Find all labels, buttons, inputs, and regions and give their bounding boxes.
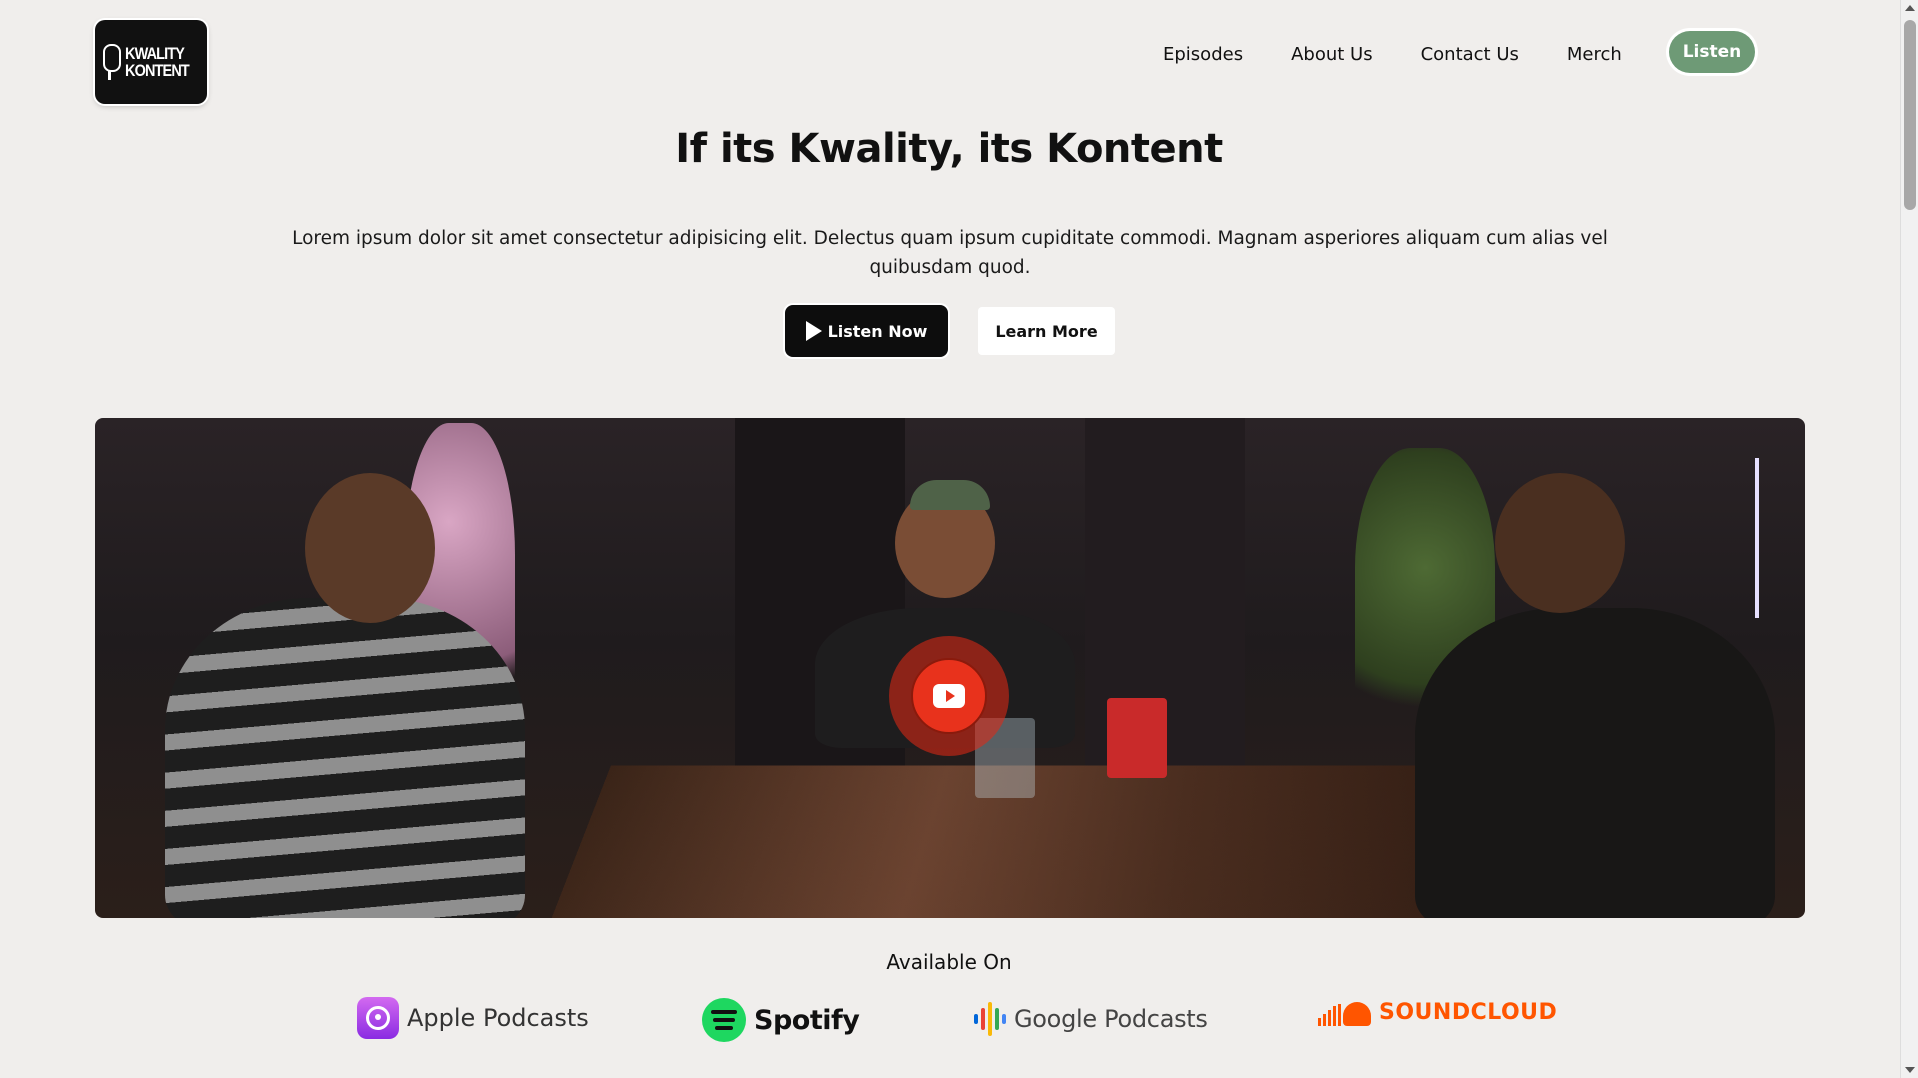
spotify-link[interactable]: Spotify bbox=[702, 998, 860, 1042]
page: KWALITY KONTENT Episodes About Us Contac… bbox=[0, 0, 1918, 1078]
hero-description: Lorem ipsum dolor sit amet consectetur a… bbox=[292, 228, 1608, 278]
video-player[interactable] bbox=[95, 418, 1805, 918]
apple-podcasts-link[interactable]: Apple Podcasts bbox=[357, 997, 589, 1039]
youtube-play-icon bbox=[933, 684, 965, 708]
scrollbar-thumb[interactable] bbox=[1904, 20, 1916, 210]
hero-title: If its Kwality, its Kontent bbox=[675, 126, 1223, 172]
video-play-button[interactable] bbox=[889, 636, 1009, 756]
red-cup bbox=[1107, 698, 1167, 778]
main-nav: Episodes About Us Contact Us Merch bbox=[1163, 44, 1622, 65]
nav-link-contact-us[interactable]: Contact Us bbox=[1421, 44, 1519, 65]
spotify-icon bbox=[702, 998, 746, 1042]
soundcloud-label: SOUNDCLOUD bbox=[1379, 999, 1558, 1025]
neon-light bbox=[1755, 458, 1759, 618]
listen-now-button[interactable]: Listen Now bbox=[785, 305, 948, 357]
learn-more-button[interactable]: Learn More bbox=[978, 307, 1115, 355]
listen-now-label: Listen Now bbox=[827, 321, 928, 341]
google-podcasts-link[interactable]: Google Podcasts bbox=[974, 999, 1208, 1039]
host-left-head bbox=[305, 473, 435, 623]
logo-wordmark: KWALITY KONTENT bbox=[125, 45, 200, 79]
microphone-icon bbox=[101, 44, 122, 80]
listen-button[interactable]: Listen bbox=[1669, 31, 1755, 73]
host-left bbox=[165, 598, 525, 918]
nav-link-episodes[interactable]: Episodes bbox=[1163, 44, 1243, 65]
google-podcasts-label: Google Podcasts bbox=[1014, 1005, 1208, 1033]
scroll-up-icon[interactable] bbox=[1905, 5, 1915, 11]
site-logo[interactable]: KWALITY KONTENT bbox=[95, 20, 207, 104]
soundcloud-icon bbox=[1318, 998, 1371, 1026]
host-right-head bbox=[1495, 473, 1625, 613]
play-icon bbox=[805, 321, 822, 341]
spotify-label: Spotify bbox=[754, 1004, 860, 1036]
nav-link-about-us[interactable]: About Us bbox=[1291, 44, 1373, 65]
soundcloud-link[interactable]: SOUNDCLOUD bbox=[1318, 998, 1557, 1026]
page-scrollbar[interactable] bbox=[1900, 0, 1918, 1078]
green-cap bbox=[910, 480, 990, 510]
play-button-circle bbox=[911, 658, 987, 734]
apple-podcasts-icon bbox=[357, 997, 399, 1039]
logo-line-1: KWALITY bbox=[125, 44, 185, 63]
logo-line-2: KONTENT bbox=[125, 61, 190, 80]
apple-podcasts-label: Apple Podcasts bbox=[407, 1004, 589, 1032]
google-podcasts-icon bbox=[974, 999, 1006, 1039]
scroll-down-icon[interactable] bbox=[1905, 1067, 1915, 1073]
available-on-heading: Available On bbox=[886, 950, 1012, 974]
host-right bbox=[1415, 608, 1775, 918]
nav-link-merch[interactable]: Merch bbox=[1567, 44, 1622, 65]
